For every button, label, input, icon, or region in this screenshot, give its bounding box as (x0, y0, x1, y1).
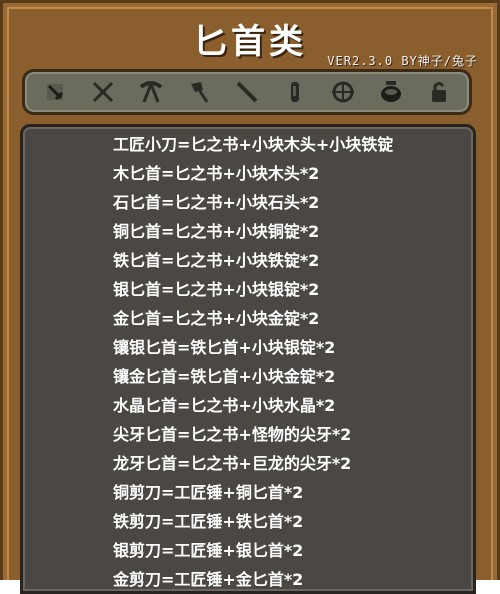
spear-glyph (236, 81, 258, 103)
axe-icon[interactable] (183, 76, 215, 108)
crossed-swords-icon[interactable] (87, 76, 119, 108)
misc-icon[interactable] (423, 76, 455, 108)
sword-icon-glyph (47, 84, 64, 101)
recipe-item: 镶银匕首=铁匕首+小块银锭*2 (113, 338, 336, 357)
category-toolbar (22, 69, 472, 115)
potion-glyph (291, 82, 299, 102)
recipe-item: 金匕首=匕之书+小块金锭*2 (113, 309, 320, 328)
recipe-item: 尖牙匕首=匕之书+怪物的尖牙*2 (113, 425, 352, 444)
pickaxe-icon[interactable] (135, 76, 167, 108)
bow-glyph (332, 81, 354, 103)
recipe-item: 铁匕首=匕之书+小块铁锭*2 (113, 251, 320, 270)
version-label: VER2.3.0 BY神子/兔子 (327, 54, 478, 68)
crossed-swords-glyph (92, 81, 114, 103)
recipe-item: 铜匕首=匕之书+小块铜锭*2 (113, 222, 320, 241)
recipe-list: 工匠小刀=匕之书+小块木头+小块铁锭 木匕首=匕之书+小块木头*2 石匕首=匕之… (113, 130, 393, 594)
recipe-item: 木匕首=匕之书+小块木头*2 (113, 164, 320, 183)
recipe-item: 银剪刀=工匠锤+银匕首*2 (113, 541, 304, 560)
recipe-item: 铜剪刀=工匠锤+铜匕首*2 (113, 483, 304, 502)
sword-icon[interactable] (39, 76, 71, 108)
recipe-item: 铁剪刀=工匠锤+铁匕首*2 (113, 512, 304, 531)
potion-icon[interactable] (279, 76, 311, 108)
spear-icon[interactable] (231, 76, 263, 108)
recipe-item: 龙牙匕首=匕之书+巨龙的尖牙*2 (113, 454, 352, 473)
bow-icon[interactable] (327, 76, 359, 108)
recipe-item: 石匕首=匕之书+小块石头*2 (113, 193, 320, 212)
pickaxe-glyph (139, 81, 163, 103)
recipe-item: 水晶匕首=匕之书+小块水晶*2 (113, 396, 336, 415)
recipe-item: 镶金匕首=铁匕首+小块金锭*2 (113, 367, 336, 386)
axe-glyph (191, 82, 209, 103)
recipe-item: 工匠小刀=匕之书+小块木头+小块铁锭 (113, 135, 394, 154)
pot-glyph (381, 81, 401, 102)
recipe-item: 银匕首=匕之书+小块银锭*2 (113, 280, 320, 299)
misc-glyph (432, 82, 446, 102)
pot-icon[interactable] (375, 76, 407, 108)
